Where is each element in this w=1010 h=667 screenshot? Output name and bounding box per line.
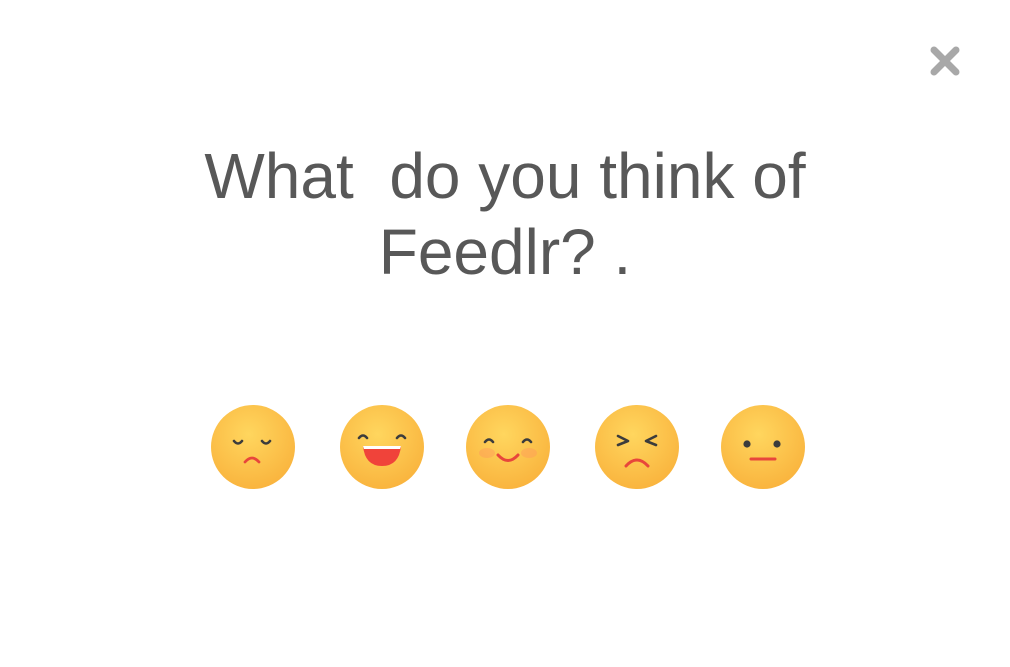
close-button[interactable]	[924, 40, 966, 82]
rating-options	[0, 404, 1010, 490]
rating-neutral-button[interactable]	[720, 404, 806, 490]
laughing-face-icon	[340, 405, 424, 489]
question-line-2: Feedlr? .	[378, 216, 632, 288]
angry-face-icon	[595, 405, 679, 489]
close-icon	[930, 46, 960, 76]
sad-face-icon	[211, 405, 295, 489]
feedback-dialog: What do you think of Feedlr? .	[0, 0, 1010, 667]
question-line-1: What do you think of	[204, 140, 806, 212]
rating-angry-button[interactable]	[594, 404, 680, 490]
rating-laughing-button[interactable]	[339, 404, 425, 490]
smiling-face-icon	[466, 405, 550, 489]
rating-smiling-button[interactable]	[465, 404, 551, 490]
neutral-face-icon	[721, 405, 805, 489]
feedback-question: What do you think of Feedlr? .	[0, 138, 1010, 290]
rating-sad-button[interactable]	[210, 404, 296, 490]
